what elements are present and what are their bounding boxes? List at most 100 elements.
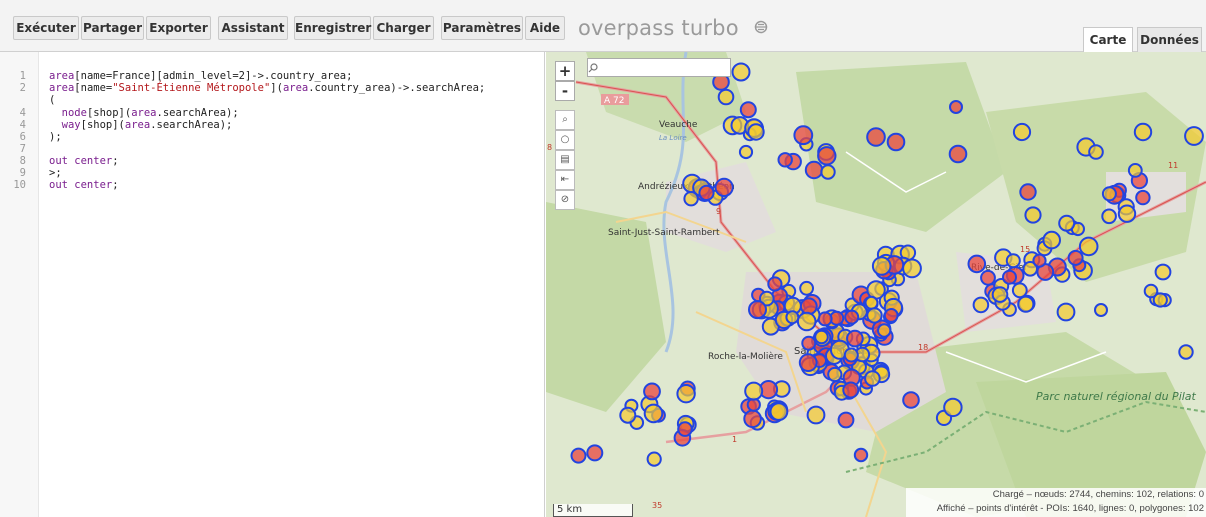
poi-marker[interactable] — [767, 276, 783, 292]
poi-marker[interactable] — [843, 347, 859, 363]
poi-marker[interactable] — [748, 300, 767, 320]
map-search-input[interactable] — [587, 58, 731, 77]
poi-marker[interactable] — [864, 295, 879, 310]
poi-marker[interactable] — [1032, 253, 1047, 268]
poi-marker[interactable] — [980, 269, 996, 286]
help-button[interactable]: Aide — [525, 16, 565, 40]
poi-marker[interactable] — [1056, 302, 1076, 322]
poi-marker[interactable] — [1178, 344, 1194, 360]
poi-marker[interactable] — [1042, 230, 1062, 250]
poi-marker[interactable] — [866, 127, 886, 147]
tab-data[interactable]: Données — [1137, 27, 1202, 52]
poi-marker[interactable] — [731, 62, 751, 82]
poi-marker[interactable] — [793, 125, 814, 146]
poi-marker[interactable] — [827, 366, 843, 383]
zoom-to-data-icon[interactable]: ⌕ — [555, 110, 575, 130]
export-button[interactable]: Exporter — [146, 16, 211, 40]
poi-marker[interactable] — [853, 447, 869, 463]
poi-marker[interactable] — [714, 177, 734, 197]
poi-marker[interactable] — [864, 370, 881, 387]
poi-marker[interactable] — [886, 132, 906, 152]
poi-marker[interactable] — [777, 152, 793, 168]
map-view[interactable]: A 72 Veauche La Loire Andrézieux-Bouthéo… — [546, 52, 1206, 517]
poi-marker[interactable] — [1067, 249, 1084, 266]
settings-button[interactable]: Paramètres — [441, 16, 523, 40]
poi-marker[interactable] — [1088, 144, 1104, 160]
tab-map[interactable]: Carte — [1083, 27, 1133, 53]
poi-marker[interactable] — [747, 123, 765, 141]
poi-marker[interactable] — [844, 309, 860, 325]
poi-marker[interactable] — [1117, 204, 1137, 223]
poi-marker[interactable] — [1058, 214, 1076, 232]
poi-marker[interactable] — [871, 256, 892, 276]
poi-marker[interactable] — [1078, 236, 1099, 257]
poi-marker[interactable] — [1002, 269, 1017, 285]
load-button[interactable]: Charger — [373, 16, 434, 40]
poi-marker[interactable] — [676, 384, 696, 404]
poi-marker[interactable] — [698, 184, 715, 201]
poi-marker[interactable] — [991, 286, 1009, 303]
poi-marker[interactable] — [743, 409, 762, 429]
poi-marker[interactable] — [1012, 122, 1032, 142]
poi-marker[interactable] — [866, 307, 883, 324]
poi-marker[interactable] — [738, 144, 754, 160]
poi-marker[interactable] — [796, 311, 817, 332]
poi-marker[interactable] — [943, 397, 963, 418]
toggle-data-icon[interactable]: ⊘ — [555, 190, 575, 210]
poi-marker[interactable] — [799, 297, 818, 316]
poi-marker[interactable] — [877, 323, 892, 338]
poi-marker[interactable] — [948, 144, 968, 164]
poi-marker[interactable] — [1184, 126, 1204, 146]
poi-marker[interactable] — [902, 258, 922, 279]
zoom-out-button[interactable]: - — [555, 81, 575, 101]
poi-marker[interactable] — [1127, 163, 1143, 178]
poi-marker[interactable] — [842, 381, 860, 399]
poi-marker[interactable] — [799, 280, 815, 296]
poi-marker[interactable] — [683, 191, 699, 207]
poi-marker[interactable] — [1024, 206, 1042, 224]
poi-marker[interactable] — [804, 160, 824, 180]
poi-marker[interactable] — [619, 406, 637, 424]
poi-marker[interactable] — [1094, 303, 1108, 317]
poi-marker[interactable] — [586, 444, 604, 462]
poi-marker[interactable] — [1154, 263, 1172, 281]
poi-marker[interactable] — [1019, 183, 1037, 201]
poi-marker[interactable] — [646, 451, 662, 467]
poi-marker[interactable] — [967, 254, 987, 274]
poi-marker[interactable] — [972, 296, 990, 314]
fit-bounds-icon[interactable]: ⇤ — [555, 170, 575, 190]
poi-marker[interactable] — [949, 100, 963, 114]
poi-marker[interactable] — [677, 421, 693, 437]
poi-marker[interactable] — [570, 447, 587, 464]
map-canvas[interactable]: A 72 Veauche La Loire Andrézieux-Bouthéo… — [546, 52, 1206, 517]
poi-marker[interactable] — [806, 405, 826, 425]
save-button[interactable]: Enregistrer — [294, 16, 371, 40]
poi-marker[interactable] — [1005, 253, 1021, 269]
poi-marker[interactable] — [769, 402, 789, 422]
screenshot-icon[interactable]: ▤ — [555, 150, 575, 170]
wizard-button[interactable]: Assistant — [218, 16, 288, 40]
query-editor[interactable]: 1 2 4 4 6 7 8 9 10 area[name=France][adm… — [0, 52, 545, 517]
poi-marker[interactable] — [817, 146, 837, 166]
poi-marker[interactable] — [817, 311, 833, 327]
poi-marker[interactable] — [643, 382, 661, 401]
poi-marker[interactable] — [902, 391, 920, 409]
poi-marker[interactable] — [801, 335, 817, 351]
poi-marker[interactable] — [1101, 208, 1117, 225]
poi-marker[interactable] — [820, 164, 836, 180]
poi-marker[interactable] — [744, 381, 764, 401]
poi-marker[interactable] — [1101, 186, 1117, 202]
poi-marker[interactable] — [1133, 122, 1153, 142]
poi-marker[interactable] — [837, 411, 855, 429]
poi-marker[interactable] — [798, 353, 818, 373]
poi-marker[interactable] — [643, 403, 664, 424]
share-button[interactable]: Partager — [81, 16, 144, 40]
poi-marker[interactable] — [1143, 283, 1159, 299]
poi-marker[interactable] — [846, 329, 864, 348]
poi-marker[interactable] — [1017, 295, 1035, 313]
poi-marker[interactable] — [883, 308, 899, 323]
poi-marker[interactable] — [785, 310, 800, 325]
poi-marker[interactable] — [717, 88, 735, 106]
run-button[interactable]: Exécuter — [13, 16, 79, 40]
poi-marker[interactable] — [739, 101, 757, 119]
